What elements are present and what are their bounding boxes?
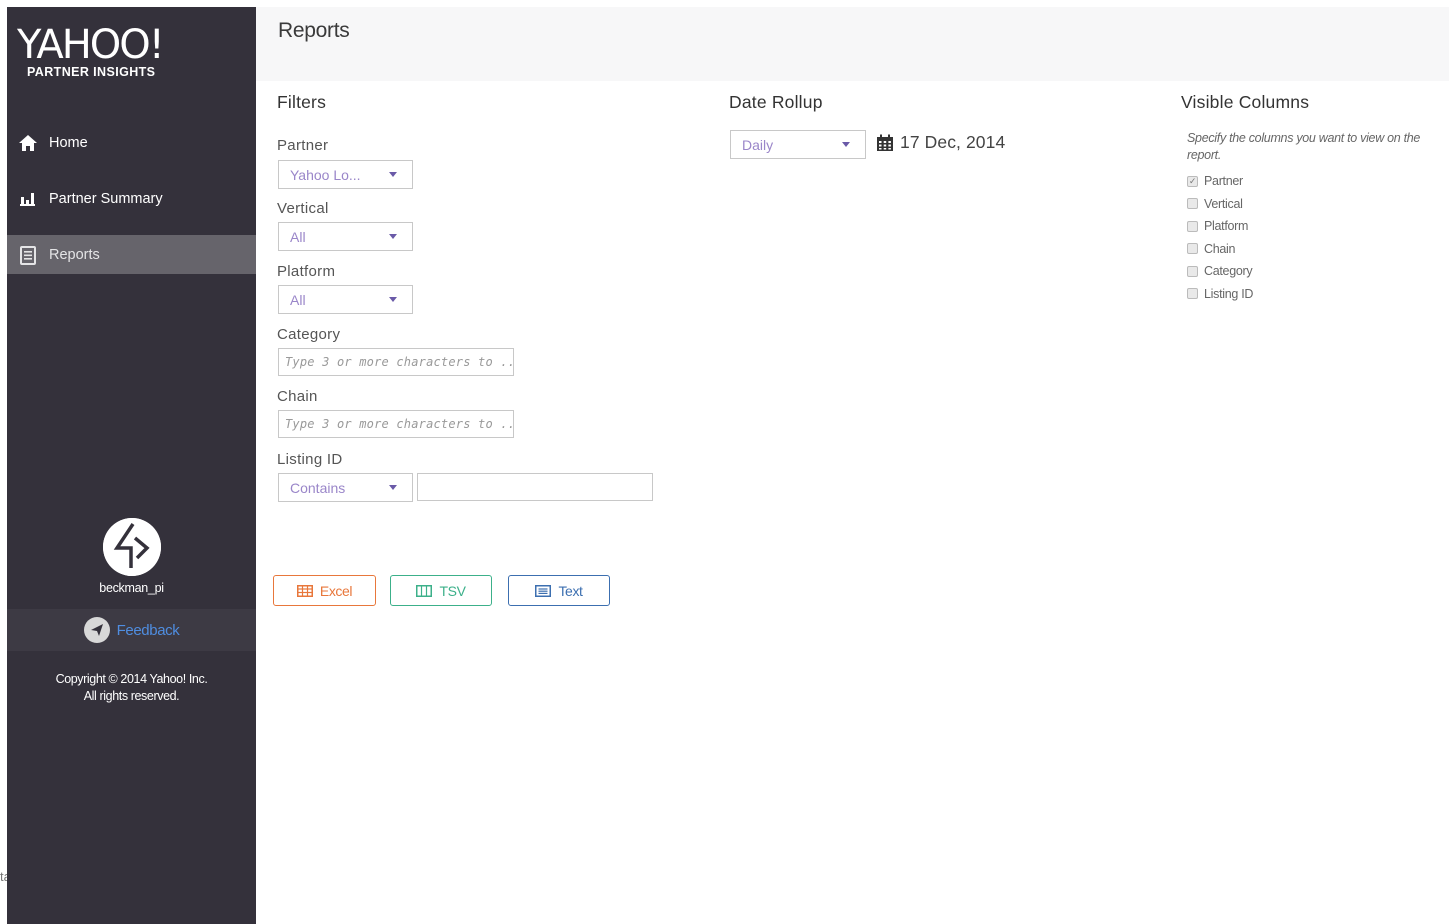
logo-text: YAHOO!: [17, 22, 165, 68]
checkbox[interactable]: [1187, 243, 1198, 255]
column-option-label: Vertical: [1204, 196, 1243, 211]
date-rollup-value: Daily: [742, 136, 774, 153]
sidebar-item-label: Home: [49, 134, 88, 151]
chevron-down-icon: [842, 142, 850, 147]
filters-title: Filters: [277, 92, 327, 112]
chevron-down-icon: [389, 485, 397, 490]
column-option-label: Partner: [1204, 174, 1243, 189]
export-excel-button[interactable]: Excel: [273, 575, 376, 606]
header: Reports: [256, 7, 1449, 81]
listing-id-operator-select[interactable]: Contains: [278, 473, 413, 502]
copyright-line: Copyright © 2014 Yahoo! Inc.: [55, 672, 208, 686]
copyright-line: All rights reserved.: [83, 689, 180, 703]
column-option-vertical[interactable]: Vertical: [1187, 193, 1253, 216]
date-value: 17 Dec, 2014: [900, 132, 1006, 152]
platform-select[interactable]: All: [278, 285, 413, 314]
checkbox[interactable]: [1187, 288, 1198, 300]
column-option-label: Platform: [1204, 219, 1249, 234]
sidebar-item-partner-summary[interactable]: Partner Summary: [7, 179, 256, 218]
username: beckman_pi: [99, 581, 164, 595]
category-placeholder: Type 3 or more characters to ...: [285, 355, 514, 369]
sidebar-nav: Home Partner Summary Reports: [7, 123, 256, 291]
calendar-icon: [877, 134, 893, 151]
feedback-label: Feedback: [116, 621, 180, 639]
page-title: Reports: [278, 19, 350, 42]
listing-id-label: Listing ID: [277, 451, 343, 468]
sidebar-item-label: Partner Summary: [49, 190, 163, 207]
export-text-label: Text: [558, 582, 583, 599]
send-icon: [83, 617, 110, 643]
bar-chart-icon: [18, 189, 38, 209]
vertical-label: Vertical: [277, 200, 329, 217]
export-text-button[interactable]: Text: [508, 575, 610, 606]
vertical-select[interactable]: All: [278, 222, 413, 251]
column-option-listing-id[interactable]: Listing ID: [1187, 283, 1253, 306]
category-input[interactable]: Type 3 or more characters to ...: [278, 348, 514, 376]
sidebar-item-label: Reports: [49, 246, 100, 263]
document-icon: [18, 245, 38, 265]
chain-placeholder: Type 3 or more characters to ...: [285, 417, 514, 431]
export-excel-label: Excel: [319, 582, 353, 599]
chevron-down-icon: [389, 297, 397, 302]
partner-select[interactable]: Yahoo Lo...: [278, 160, 413, 189]
column-option-label: Listing ID: [1204, 286, 1254, 301]
visible-columns-list: ✓ Partner Vertical Platform Chain Catego…: [1187, 170, 1253, 305]
platform-label: Platform: [277, 263, 336, 280]
checkbox[interactable]: [1187, 220, 1198, 232]
listing-id-operator-value: Contains: [290, 479, 346, 496]
column-option-label: Category: [1204, 264, 1253, 279]
checkbox[interactable]: [1187, 198, 1198, 210]
chain-label: Chain: [277, 388, 318, 405]
date-picker[interactable]: 17 Dec, 2014: [876, 132, 1005, 153]
column-option-chain[interactable]: Chain: [1187, 238, 1253, 261]
column-option-label: Chain: [1204, 241, 1236, 256]
column-option-category[interactable]: Category: [1187, 260, 1253, 283]
partner-select-value: Yahoo Lo...: [290, 166, 361, 183]
text-file-icon: [535, 584, 552, 597]
listing-id-input[interactable]: [417, 473, 653, 501]
export-tsv-button[interactable]: TSV: [390, 575, 492, 606]
avatar[interactable]: [102, 518, 161, 576]
logo-subtitle: PARTNER INSIGHTS: [27, 65, 156, 79]
export-tsv-label: TSV: [439, 582, 466, 599]
chevron-down-icon: [389, 172, 397, 177]
date-rollup-title: Date Rollup: [729, 92, 823, 112]
column-option-platform[interactable]: Platform: [1187, 215, 1253, 238]
visible-columns-description: Specify the columns you want to view on …: [1187, 131, 1421, 162]
chevron-down-icon: [389, 234, 397, 239]
date-rollup-select[interactable]: Daily: [730, 130, 866, 159]
main-content: Filters Partner Yahoo Lo... Vertical All…: [256, 81, 1449, 924]
logo[interactable]: YAHOO! PARTNER INSIGHTS: [17, 23, 237, 79]
user-profile[interactable]: beckman_pi: [7, 518, 256, 595]
table-icon: [296, 584, 313, 597]
platform-select-value: All: [290, 291, 306, 308]
sidebar-item-reports[interactable]: Reports: [7, 235, 256, 274]
chain-input[interactable]: Type 3 or more characters to ...: [278, 410, 514, 438]
vertical-select-value: All: [290, 228, 306, 245]
category-label: Category: [277, 326, 341, 343]
visible-columns-title: Visible Columns: [1181, 92, 1310, 112]
column-option-partner[interactable]: ✓ Partner: [1187, 170, 1253, 193]
sidebar: YAHOO! PARTNER INSIGHTS Home Partner Sum…: [7, 7, 256, 924]
feedback-button[interactable]: Feedback: [7, 609, 256, 651]
page: ta YAHOO! PARTNER INSIGHTS Home Partner …: [0, 0, 1449, 924]
checkbox-checked[interactable]: ✓: [1187, 175, 1198, 187]
sidebar-item-home[interactable]: Home: [7, 123, 256, 162]
partner-label: Partner: [277, 137, 329, 154]
stray-text: ta: [0, 869, 7, 884]
checkbox[interactable]: [1187, 265, 1198, 277]
columns-icon: [416, 584, 433, 597]
home-icon: [18, 133, 38, 153]
copyright: Copyright © 2014 Yahoo! Inc. All rights …: [7, 671, 256, 705]
